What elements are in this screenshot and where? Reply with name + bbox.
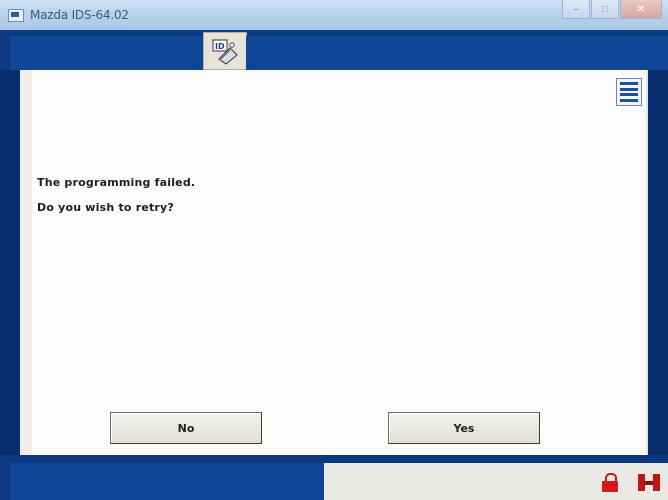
message-line-failed: The programming failed.: [37, 176, 196, 189]
status-right-area: [324, 463, 668, 500]
dialog-area: The programming failed. Do you wish to r…: [32, 70, 606, 455]
lock-icon[interactable]: [602, 473, 618, 492]
toolbar-left-area: [10, 36, 203, 70]
app-icon: [8, 9, 24, 22]
vci-connector-icon[interactable]: [638, 474, 660, 491]
top-toolbar: ID: [0, 30, 668, 70]
dialog-message: The programming failed. Do you wish to r…: [37, 175, 195, 225]
content-panel: The programming failed. Do you wish to r…: [20, 70, 648, 455]
status-left-area: [10, 463, 324, 500]
ids-tool-tab[interactable]: ID: [203, 32, 247, 70]
window-title: Mazda IDS-64.02: [30, 8, 129, 22]
toolbar-right-area: [246, 36, 668, 70]
maximize-button[interactable]: □: [591, 0, 619, 19]
svg-text:ID: ID: [215, 42, 225, 51]
ids-tool-icon: ID: [212, 39, 238, 65]
message-line-retry: Do you wish to retry?: [37, 201, 175, 214]
list-menu-icon[interactable]: [616, 78, 642, 106]
no-button[interactable]: No: [110, 412, 262, 444]
yes-button[interactable]: Yes: [388, 412, 540, 444]
status-bar: [0, 455, 668, 500]
close-button[interactable]: ✕: [620, 0, 662, 19]
minimize-button[interactable]: –: [562, 0, 590, 19]
window-title-bar: Mazda IDS-64.02 – □ ✕: [0, 0, 668, 31]
caption-buttons: – □ ✕: [562, 0, 662, 20]
